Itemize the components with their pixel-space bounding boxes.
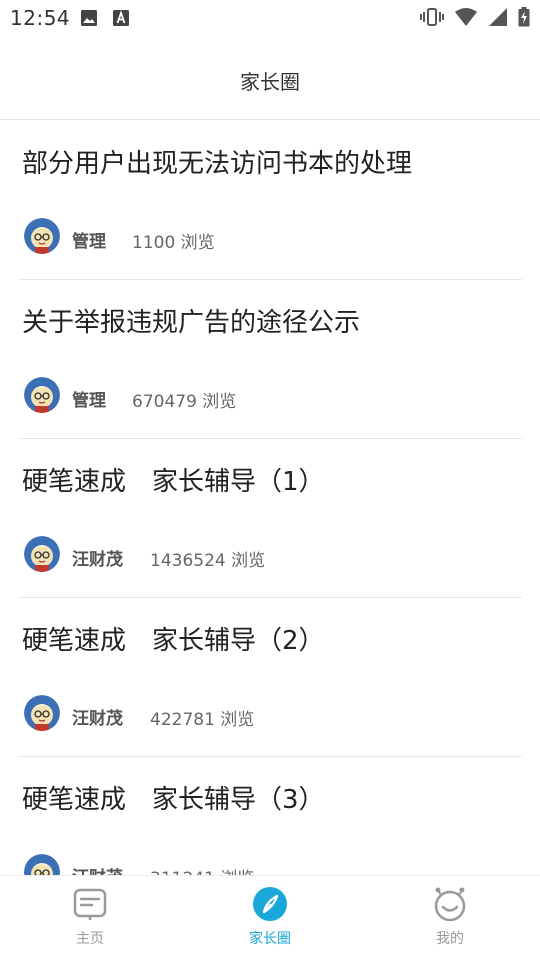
post-author: 管理 <box>72 232 106 252</box>
post-views: 670479 浏览 <box>132 392 237 412</box>
avatar[interactable] <box>24 377 60 413</box>
avatar[interactable] <box>24 218 60 254</box>
vibrate-icon <box>420 7 444 31</box>
nav-parent-circle[interactable]: 家长圈 <box>180 876 360 960</box>
status-bar: 12:54 <box>0 0 540 36</box>
post-item[interactable]: 硬笔速成 家长辅导（3） 汪财茂 311241 浏览 <box>18 757 522 875</box>
post-item[interactable]: 关于举报违规广告的途径公示 管理 670479 浏览 <box>18 280 522 439</box>
post-list[interactable]: 部分用户出现无法访问书本的处理 管理 1100 浏览 关于举报违规广告的途径公示… <box>0 121 540 875</box>
status-time: 12:54 <box>10 6 71 30</box>
post-item[interactable]: 硬笔速成 家长辅导（1） 汪财茂 1436524 浏览 <box>18 439 522 598</box>
avatar[interactable] <box>24 695 60 731</box>
post-title[interactable]: 硬笔速成 家长辅导（1） <box>22 461 325 498</box>
post-author: 汪财茂 <box>72 709 123 729</box>
nav-home[interactable]: 主页 <box>0 876 180 960</box>
battery-charging-icon <box>518 7 530 31</box>
smiley-antenna-icon[interactable] <box>432 886 468 922</box>
post-views: 311241 浏览 <box>150 864 254 875</box>
signal-icon <box>488 7 508 31</box>
bottom-nav: 主页 家长圈 我的 <box>0 875 540 960</box>
post-author: 汪财茂 <box>72 550 123 570</box>
compass-icon[interactable] <box>252 886 288 922</box>
post-views: 422781 浏览 <box>150 710 255 730</box>
page-title: 家长圈 <box>240 70 300 94</box>
post-item[interactable]: 部分用户出现无法访问书本的处理 管理 1100 浏览 <box>18 121 522 280</box>
avatar[interactable] <box>24 854 60 875</box>
post-title[interactable]: 关于举报违规广告的途径公示 <box>22 302 360 339</box>
post-title[interactable]: 硬笔速成 家长辅导（3） <box>22 779 325 816</box>
font-a-icon <box>112 9 130 31</box>
post-views: 1100 浏览 <box>132 233 215 253</box>
post-author: 汪财茂 <box>72 863 123 875</box>
post-title[interactable]: 部分用户出现无法访问书本的处理 <box>22 143 412 180</box>
app-header: 家长圈 <box>0 36 540 120</box>
nav-parent-circle-label: 家长圈 <box>249 931 291 947</box>
book-icon[interactable] <box>72 886 108 922</box>
post-title[interactable]: 硬笔速成 家长辅导（2） <box>22 620 325 657</box>
nav-mine[interactable]: 我的 <box>360 876 540 960</box>
post-author: 管理 <box>72 391 106 411</box>
nav-mine-label: 我的 <box>436 931 464 947</box>
wifi-icon <box>454 7 478 31</box>
post-item[interactable]: 硬笔速成 家长辅导（2） 汪财茂 422781 浏览 <box>18 598 522 757</box>
nav-home-label: 主页 <box>76 931 104 947</box>
avatar[interactable] <box>24 536 60 572</box>
post-views: 1436524 浏览 <box>150 551 266 571</box>
gallery-icon <box>80 9 98 31</box>
